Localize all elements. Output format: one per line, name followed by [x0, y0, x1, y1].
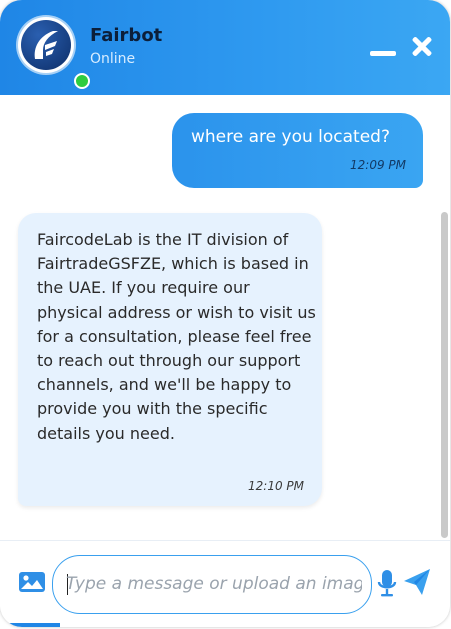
close-icon[interactable]	[410, 34, 434, 58]
message-timestamp: 12:10 PM	[248, 479, 304, 493]
message-text: where are you located?	[191, 127, 390, 147]
scrollbar-thumb[interactable]	[441, 212, 448, 538]
message-input[interactable]	[66, 570, 362, 598]
user-message-bubble: where are you located? 12:09 PM	[172, 113, 423, 188]
bot-name: Fairbot	[90, 25, 163, 46]
bot-avatar	[18, 17, 90, 89]
microphone-icon[interactable]	[376, 569, 398, 599]
bot-status: Online	[90, 51, 136, 67]
bot-message-bubble: FaircodeLab is the IT division of Fairtr…	[18, 213, 322, 506]
chat-widget: Fairbot Online where are you located? 12…	[0, 0, 450, 627]
message-text: FaircodeLab is the IT division of Fairtr…	[37, 230, 316, 443]
message-composer	[0, 540, 450, 627]
fairbot-logo-icon	[21, 20, 71, 70]
send-icon[interactable]	[402, 567, 432, 597]
minimize-icon[interactable]	[370, 42, 396, 62]
image-upload-icon[interactable]	[18, 571, 46, 593]
chat-header: Fairbot Online	[0, 0, 450, 95]
online-status-dot	[74, 73, 90, 89]
message-input-container[interactable]	[52, 555, 372, 614]
bottom-accent-bar	[0, 623, 60, 627]
message-list: where are you located? 12:09 PM Faircode…	[0, 95, 450, 540]
message-timestamp: 12:09 PM	[350, 158, 406, 172]
